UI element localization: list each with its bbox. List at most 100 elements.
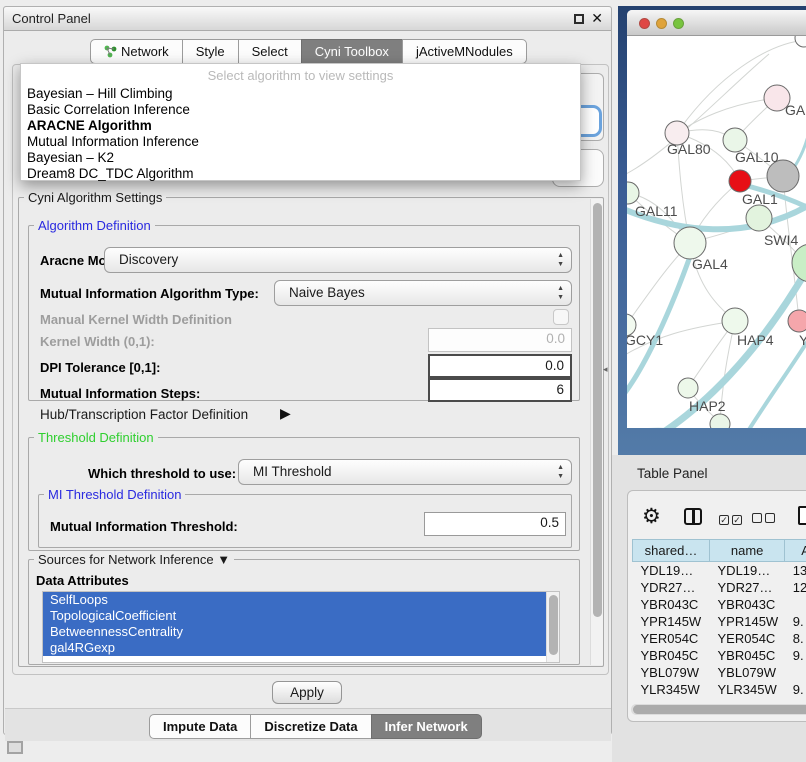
algorithm-option-bayesian-hill-climbing[interactable]: Bayesian – Hill Climbing [27,86,574,102]
data-attributes-label: Data Attributes [36,573,129,588]
close-traffic-light-icon[interactable] [639,18,650,29]
tab-impute-data[interactable]: Impute Data [149,714,251,739]
label-gal4: GAL4 [692,256,728,272]
node-gal1-red[interactable] [729,170,751,192]
algorithm-definition-title: Algorithm Definition [34,218,155,233]
list-item-betweennesscentrality[interactable]: BetweennessCentrality [43,624,547,640]
aracne-mode-select[interactable]: Discovery ▲▼ [104,247,572,273]
algorithm-option-dream8[interactable]: Dream8 DC_TDC Algorithm [27,166,574,182]
table-panel-title: Table Panel [637,466,708,481]
tab-infer-network[interactable]: Infer Network [371,714,482,739]
node-table[interactable]: shared… name A YDL19…YDL19…13 YDR27…YDR2… [632,539,806,702]
algorithm-option-mutual-information[interactable]: Mutual Information Inference [27,134,574,150]
node-gal4[interactable] [674,227,706,259]
control-panel-titlebar: Control Panel ✕ [4,7,611,31]
table-row[interactable]: YBL079WYBL079W [633,664,806,681]
label-gal11: GAL11 [635,203,678,219]
algorithm-dropdown-popup: Select algorithm to view settings Bayesi… [20,63,581,181]
node-gal11[interactable] [627,182,639,204]
gear-icon[interactable]: ⚙ [642,504,661,529]
table-row[interactable]: YBR043CYBR043C [633,596,806,613]
data-attributes-list[interactable]: SelfLoops TopologicalCoefficient Between… [42,591,560,663]
list-item-gal4rgexp[interactable]: gal4RGexp [43,640,547,656]
mi-threshold-group-title: MI Threshold Definition [44,487,185,502]
network-icon [104,42,117,65]
manual-kernel-label: Manual Kernel Width Definition [40,312,232,327]
mi-algorithm-type-select[interactable]: Naive Bayes ▲▼ [274,280,572,306]
pane-divider-arrow-icon[interactable]: ◂ [603,364,608,375]
table-row[interactable]: YDR27…YDR27…12 [633,579,806,596]
label-swi4: SWI4 [764,232,798,248]
table-row[interactable]: YDL19…YDL19…13 [633,562,806,579]
float-window-icon[interactable] [574,14,584,24]
dpi-tolerance-label: DPI Tolerance [0,1]: [40,360,160,375]
mi-steps-field[interactable]: 6 [428,378,572,402]
mi-algorithm-type-value: Naive Bayes [289,285,365,300]
tab-cyni-toolbox[interactable]: Cyni Toolbox [301,39,403,64]
node-unlabeled[interactable] [795,36,806,47]
select-all-checks-icon[interactable]: ✓✓ [719,511,745,526]
algorithm-placeholder: Select algorithm to view settings [21,68,580,83]
network-window: GAL GAL80 GAL10 GAL1 GAL11 SWI4 GAL4 GCY… [627,10,806,428]
hub-expander-icon[interactable]: ▶ [280,405,291,422]
table-panel: ⚙ ✓✓ shared… name A YDL19…YDL19…13 YDR27… [627,490,806,722]
column-header-shared-name[interactable]: shared… [633,540,710,562]
column-header-name[interactable]: name [710,540,785,562]
attributes-scrollbar[interactable] [546,592,559,662]
table-hscrollbar-thumb[interactable] [633,705,806,714]
cyni-algorithm-settings-title: Cyni Algorithm Settings [24,190,166,205]
table-row[interactable]: YER054CYER054C8. [633,630,806,647]
document-icon[interactable] [798,506,806,525]
stepper-arrows-icon: ▲▼ [557,463,564,481]
algorithm-option-basic-correlation[interactable]: Basic Correlation Inference [27,102,574,118]
node-hap2[interactable] [678,378,698,398]
dpi-tolerance-field[interactable]: 0.0 [428,354,572,378]
mi-algorithm-type-label: Mutual Information Algorithm Type: [40,286,259,301]
which-threshold-value: MI Threshold [253,464,332,479]
tab-discretize-data[interactable]: Discretize Data [250,714,371,739]
tab-style[interactable]: Style [182,39,239,64]
sources-expander-icon[interactable]: ▼ [217,552,230,567]
collapsed-panel-icon[interactable] [7,741,23,754]
columns-icon[interactable] [684,508,702,525]
kernel-width-field[interactable]: 0.0 [428,328,572,352]
settings-scrollbar-thumb[interactable] [593,203,602,617]
sources-title-text: Sources for Network Inference [38,552,214,567]
list-item-topologicalcoefficient[interactable]: TopologicalCoefficient [43,608,547,624]
mi-threshold-field[interactable]: 0.5 [424,512,566,536]
tab-select[interactable]: Select [238,39,302,64]
settings-scrollbar[interactable] [590,199,603,665]
algorithm-option-bayesian-k2[interactable]: Bayesian – K2 [27,150,574,166]
bottom-tabs: Impute Data Discretize Data Infer Networ… [149,714,482,739]
label-gcy1: GCY1 [627,332,663,348]
mi-threshold-label: Mutual Information Threshold: [50,519,238,534]
aracne-mode-value: Discovery [119,252,178,267]
control-panel-window: Control Panel ✕ Network Style Select Cyn… [3,6,612,735]
table-row[interactable]: YPR145WYPR145W9. [633,613,806,630]
attributes-scrollbar-thumb[interactable] [549,595,558,655]
table-row[interactable]: YLR345WYLR345W9. [633,681,806,698]
stepper-arrows-icon: ▲▼ [557,284,564,302]
network-desktop: GAL GAL80 GAL10 GAL1 GAL11 SWI4 GAL4 GCY… [618,6,806,455]
control-panel-title: Control Panel [12,11,91,26]
node-y-pink[interactable] [788,310,806,332]
close-icon[interactable]: ✕ [591,10,603,27]
table-row[interactable]: YBR045CYBR045C9. [633,647,806,664]
column-header-cut[interactable]: A [785,540,806,562]
zoom-traffic-light-icon[interactable] [673,18,684,29]
manual-kernel-checkbox[interactable] [553,309,569,325]
algorithm-option-aracne[interactable]: ARACNE Algorithm [27,118,574,134]
node-hap4[interactable] [722,308,748,334]
which-threshold-select[interactable]: MI Threshold ▲▼ [238,459,572,485]
deselect-checks-icon[interactable] [752,511,778,526]
kernel-width-label: Kernel Width (0,1): [40,334,155,349]
table-row[interactable]: YIL052CYIL052C9 [633,698,806,703]
minimize-traffic-light-icon[interactable] [656,18,667,29]
tab-jactivemnodules[interactable]: jActiveMNodules [402,39,527,64]
network-canvas[interactable]: GAL GAL80 GAL10 GAL1 GAL11 SWI4 GAL4 GCY… [627,36,806,428]
node-swi4[interactable] [746,205,772,231]
table-hscrollbar[interactable] [631,704,806,715]
tab-network[interactable]: Network [90,39,183,64]
apply-button[interactable]: Apply [272,681,342,704]
list-item-selfloops[interactable]: SelfLoops [43,592,547,608]
